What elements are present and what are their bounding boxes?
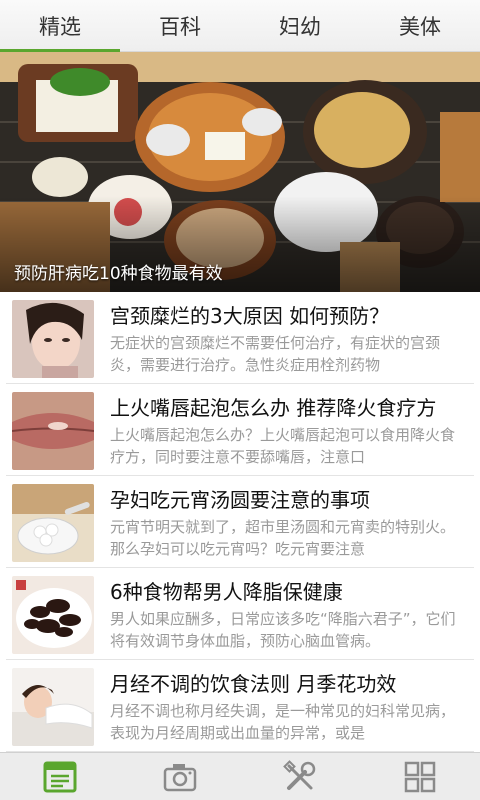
tools-icon (283, 759, 316, 790)
featured-banner[interactable]: 预防肝病吃10种食物最有效 (0, 52, 480, 292)
tab-label: 精选 (39, 14, 81, 39)
tab-maternal-child[interactable]: 妇幼 (240, 0, 360, 51)
list-item[interactable]: 孕妇吃元宵汤圆要注意的事项 元宵节明天就到了，超市里汤圆和元宵卖的特别火。那么孕… (6, 476, 474, 568)
camera-icon (163, 763, 197, 791)
nav-more-button[interactable] (360, 753, 480, 800)
article-thumbnail (12, 576, 94, 654)
tab-label: 百科 (159, 14, 201, 39)
list-item[interactable]: 宫颈糜烂的3大原因 如何预防？ 无症状的宫颈糜烂不需要任何治疗，有症状的宫颈炎，… (6, 292, 474, 384)
article-summary: 月经不调也称月经失调，是一种常见的妇科常见病，表现为月经周期或出血量的异常，或是 (110, 702, 456, 742)
list-item[interactable]: 月经不调的饮食法则 月季花功效 月经不调也称月经失调，是一种常见的妇科常见病，表… (6, 660, 474, 752)
article-summary: 上火嘴唇起泡怎么办？上火嘴唇起泡可以食用降火食疗方，同时要注意不要舔嘴唇，注意口 (110, 426, 456, 466)
nav-tools-button[interactable] (240, 753, 360, 800)
article-summary: 元宵节明天就到了，超市里汤圆和元宵卖的特别火。那么孕妇可以吃元宵吗？吃元宵要注意 (110, 518, 456, 558)
article-thumbnail (12, 668, 94, 746)
article-list: 宫颈糜烂的3大原因 如何预防？ 无症状的宫颈糜烂不需要任何治疗，有症状的宫颈炎，… (0, 292, 480, 752)
nav-news-button[interactable] (0, 753, 120, 800)
list-item[interactable]: 上火嘴唇起泡怎么办 推荐降火食疗方 上火嘴唇起泡怎么办？上火嘴唇起泡可以食用降火… (6, 384, 474, 476)
tab-encyclopedia[interactable]: 百科 (120, 0, 240, 51)
nav-camera-button[interactable] (120, 753, 240, 800)
article-title: 宫颈糜烂的3大原因 如何预防？ (110, 304, 390, 328)
article-thumbnail (12, 300, 94, 378)
article-summary: 男人如果应酬多，日常应该多吃“降脂六君子”，它们将有效调节身体血脂，预防心脑血管… (110, 610, 456, 650)
grid-icon (404, 761, 436, 792)
article-title: 孕妇吃元宵汤圆要注意的事项 (110, 488, 370, 512)
news-icon (43, 761, 77, 792)
article-title: 月经不调的饮食法则 月季花功效 (110, 672, 397, 696)
tab-selected[interactable]: 精选 (0, 0, 120, 52)
article-thumbnail (12, 484, 94, 562)
article-thumbnail (12, 392, 94, 470)
tab-body-beauty[interactable]: 美体 (360, 0, 480, 51)
tab-label: 妇幼 (279, 14, 321, 39)
article-title: 上火嘴唇起泡怎么办 推荐降火食疗方 (110, 396, 437, 420)
tab-label: 美体 (399, 14, 441, 39)
banner-image (0, 52, 480, 292)
banner-caption: 预防肝病吃10种食物最有效 (14, 264, 223, 284)
article-title: 6种食物帮男人降脂保健康 (110, 580, 343, 604)
bottom-nav (0, 752, 480, 800)
top-tab-bar: 精选 百科 妇幼 美体 (0, 0, 480, 52)
list-item[interactable]: 6种食物帮男人降脂保健康 男人如果应酬多，日常应该多吃“降脂六君子”，它们将有效… (6, 568, 474, 660)
article-summary: 无症状的宫颈糜烂不需要任何治疗，有症状的宫颈炎，需要进行治疗。急性炎症用栓剂药物 (110, 334, 441, 374)
